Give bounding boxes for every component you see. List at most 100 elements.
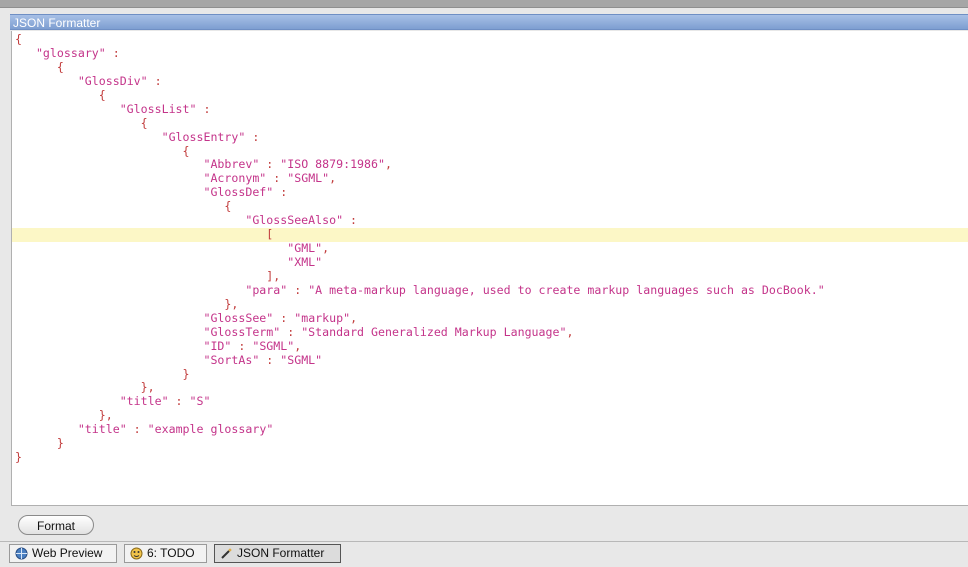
json-token-punct: : (196, 101, 211, 116)
json-token-punct: : (259, 157, 281, 172)
json-token-punct (15, 339, 203, 353)
panel-title: JSON Formatter (13, 16, 101, 30)
json-editor[interactable]: { "glossary" : { "GlossDiv" : { "GlossLi… (11, 31, 968, 506)
code-line: "para" : "A meta-markup language, used t… (15, 282, 825, 298)
json-token-string: "GlossEntry" (161, 129, 246, 144)
json-token-string: "Standard Generalized Markup Language" (301, 324, 567, 339)
format-button[interactable]: Format (18, 515, 94, 535)
code-line: "GlossList" : (15, 101, 825, 117)
json-token-string: "Acronym" (203, 171, 267, 186)
todo-icon (130, 547, 143, 560)
json-token-punct (15, 394, 120, 408)
json-token-punct: : (273, 310, 295, 325)
json-token-string: "GlossTerm" (203, 324, 281, 339)
json-token-string: "GML" (287, 241, 323, 256)
json-token-punct (15, 46, 36, 60)
code-line: "GML", (15, 241, 825, 256)
json-token-punct: { (15, 59, 64, 74)
code-line: [ (15, 227, 825, 242)
button-bar: Format (11, 506, 968, 542)
json-token-punct (15, 213, 245, 227)
json-token-string: "SGML" (280, 352, 323, 367)
json-token-punct: : (168, 394, 190, 409)
json-token-punct: : (259, 352, 281, 367)
json-token-string: "para" (245, 282, 288, 297)
json-token-punct: : (343, 213, 358, 228)
code-line: }, (15, 380, 825, 395)
json-token-punct: { (15, 143, 190, 158)
json-token-punct: }, (15, 408, 113, 423)
json-token-punct: { (15, 87, 106, 102)
tab-label: Web Preview (32, 546, 103, 560)
tab-label: JSON Formatter (237, 546, 325, 560)
json-token-punct: : (273, 185, 288, 200)
code-line: "SortAs" : "SGML" (15, 352, 825, 368)
json-token-punct: : (147, 73, 162, 88)
json-token-punct: [ (15, 227, 274, 242)
json-token-punct: : (231, 338, 253, 353)
code-line: "GlossTerm" : "Standard Generalized Mark… (15, 324, 825, 340)
json-token-punct (15, 185, 203, 199)
json-token-punct (15, 353, 203, 367)
json-token-string: "title" (119, 394, 169, 409)
json-token-punct: : (287, 282, 309, 297)
code-line: "GlossDiv" : (15, 73, 825, 89)
json-token-punct: : (280, 324, 302, 339)
code-line: "title" : "example glossary" (15, 422, 825, 437)
json-token-string: "example glossary" (147, 422, 274, 437)
tab-web-preview[interactable]: Web Preview (9, 544, 117, 563)
json-token-punct (15, 283, 245, 297)
code-line: { (15, 87, 825, 103)
code-line: } (15, 366, 825, 382)
code-line: "GlossEntry" : (15, 129, 825, 145)
json-token-punct (15, 130, 162, 144)
json-token-punct: }, (15, 380, 155, 395)
code-line: { (15, 59, 825, 75)
code-line: { (15, 32, 825, 47)
json-token-punct: , (329, 171, 337, 186)
top-toolbar-strip (0, 0, 968, 8)
code-line: "glossary" : (15, 45, 825, 61)
json-token-string: "GlossList" (119, 101, 197, 116)
json-token-punct: { (15, 115, 148, 130)
code-line: { (15, 143, 825, 159)
json-token-string: "A meta-markup language, used to create … (308, 282, 825, 297)
code-line: }, (15, 408, 825, 423)
json-token-string: "Abbrev" (203, 157, 260, 172)
json-token-string: "glossary" (35, 45, 106, 60)
tab-label: 6: TODO (147, 546, 195, 560)
json-token-string: "GlossDiv" (77, 73, 148, 88)
json-token-punct: , (322, 241, 330, 256)
tab-json-formatter[interactable]: JSON Formatter (214, 544, 341, 563)
json-token-punct: }, (15, 296, 239, 311)
code-line: "GlossDef" : (15, 185, 825, 200)
json-token-punct (15, 241, 287, 255)
code-line: "GlossSeeAlso" : (15, 213, 825, 228)
json-token-punct: , (566, 324, 574, 339)
json-token-string: "XML" (287, 255, 323, 269)
json-token-punct (15, 325, 203, 339)
json-token-punct: , (294, 338, 302, 353)
code-line: "Acronym" : "SGML", (15, 171, 825, 186)
json-token-string: "SortAs" (203, 352, 260, 367)
divider (0, 541, 968, 542)
json-token-punct: } (15, 436, 64, 451)
json-token-punct: { (15, 32, 22, 46)
json-token-string: "GlossSee" (203, 310, 274, 325)
json-token-punct: } (15, 366, 190, 381)
json-token-string: "S" (189, 394, 211, 409)
code-line: "ID" : "SGML", (15, 338, 825, 354)
json-token-string: "SGML" (287, 171, 330, 186)
wand-icon (221, 548, 232, 559)
json-token-punct: : (126, 422, 148, 437)
json-token-string: "GlossDef" (203, 185, 274, 200)
json-token-punct: ], (15, 268, 281, 283)
tab-todo[interactable]: 6: TODO (124, 544, 207, 563)
json-token-punct (15, 255, 287, 269)
code-line: "Abbrev" : "ISO 8879:1986", (15, 157, 825, 172)
json-token-punct (15, 102, 120, 116)
json-token-punct (15, 74, 78, 88)
json-token-string: "ID" (203, 338, 232, 353)
code-area[interactable]: { "glossary" : { "GlossDiv" : { "GlossLi… (15, 32, 825, 465)
json-token-punct: : (245, 129, 260, 144)
